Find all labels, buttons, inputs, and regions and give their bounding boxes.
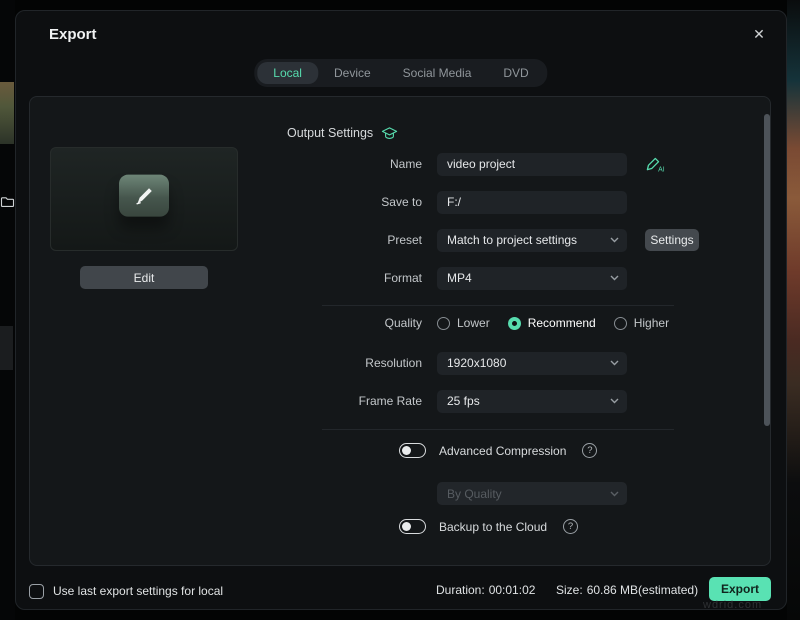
graduation-cap-icon[interactable] xyxy=(381,126,398,141)
dialog-title: Export xyxy=(49,26,97,43)
radio-icon xyxy=(613,316,627,330)
resolution-dropdown[interactable]: 1920x1080 xyxy=(437,351,627,375)
radio-icon xyxy=(507,316,521,330)
advanced-compression-label: Advanced Compression xyxy=(439,443,567,458)
backup-cloud-row: Backup to the Cloud ? xyxy=(399,519,579,534)
folder-browse-icon[interactable] xyxy=(0,190,15,213)
use-last-settings-label: Use last export settings for local xyxy=(53,584,224,598)
format-value: MP4 xyxy=(447,271,472,285)
tab-local[interactable]: Local xyxy=(257,62,318,84)
tab-dvd[interactable]: DVD xyxy=(487,62,544,84)
export-target-tabs: Local Device Social Media DVD xyxy=(254,59,548,87)
size-label: Size: xyxy=(556,583,583,597)
name-label: Name xyxy=(389,157,422,171)
save-to-input[interactable] xyxy=(437,190,627,214)
resolution-value: 1920x1080 xyxy=(447,356,507,370)
frame-rate-row: Frame Rate 25 fps xyxy=(30,389,772,413)
quality-radio-lower[interactable]: Lower xyxy=(437,316,490,330)
screen: Export ✕ Local Device Social Media DVD E… xyxy=(0,0,800,620)
name-input[interactable] xyxy=(437,152,627,176)
divider xyxy=(322,305,674,306)
toggle-knob xyxy=(402,521,411,531)
export-dialog: Export ✕ Local Device Social Media DVD E… xyxy=(0,10,787,610)
preset-value: Match to project settings xyxy=(447,233,578,247)
chevron-down-icon xyxy=(610,237,619,243)
compression-mode-value: By Quality xyxy=(447,486,502,501)
radio-icon xyxy=(437,316,450,330)
chevron-down-icon xyxy=(610,275,619,281)
format-dropdown[interactable]: MP4 xyxy=(437,266,627,290)
preset-dropdown[interactable]: Match to project settings xyxy=(437,228,627,252)
compression-mode-dropdown[interactable]: By Quality xyxy=(437,482,627,505)
svg-text:AI: AI xyxy=(658,166,665,173)
preset-label: Preset xyxy=(387,233,422,247)
backup-cloud-toggle[interactable] xyxy=(399,519,426,534)
scrollbar-thumb[interactable] xyxy=(764,114,770,426)
divider xyxy=(322,429,674,430)
size-value: 60.86 MB(estimated) xyxy=(586,583,699,597)
preset-settings-button[interactable]: Settings xyxy=(645,229,699,251)
format-label: Format xyxy=(383,271,422,285)
advanced-compression-toggle[interactable] xyxy=(399,443,426,458)
preset-row: Preset Match to project settings Setting… xyxy=(30,228,772,252)
question-icon[interactable]: ? xyxy=(563,519,579,534)
background-thumbnail xyxy=(0,326,13,370)
frame-rate-label: Frame Rate xyxy=(358,394,422,408)
duration-label: Duration: xyxy=(436,583,485,597)
advanced-compression-row: Advanced Compression ? xyxy=(399,443,598,458)
watermark: wdrid.com xyxy=(703,599,763,611)
quality-row: Quality Lower Recommend Higher xyxy=(30,311,772,335)
duration-value: 00:01:02 xyxy=(488,583,536,597)
backup-cloud-label: Backup to the Cloud xyxy=(439,519,548,534)
resolution-row: Resolution 1920x1080 xyxy=(30,351,772,375)
quality-radio-higher[interactable]: Higher xyxy=(613,316,669,330)
chevron-down-icon xyxy=(610,360,619,366)
toggle-knob xyxy=(402,445,411,455)
local-export-panel: Edit Output Settings Name AI xyxy=(0,96,772,566)
chevron-down-icon xyxy=(610,491,619,497)
quality-label: Quality xyxy=(384,316,422,330)
use-last-settings-checkbox-row[interactable]: Use last export settings for local xyxy=(29,581,223,601)
resolution-label: Resolution xyxy=(365,356,422,370)
tab-social-media[interactable]: Social Media xyxy=(387,62,488,84)
export-button[interactable]: Export xyxy=(709,577,771,601)
question-icon[interactable]: ? xyxy=(582,443,598,458)
output-settings-heading: Output Settings xyxy=(287,125,398,141)
background-app-left-edge xyxy=(0,0,15,620)
frame-rate-dropdown[interactable]: 25 fps xyxy=(437,389,627,413)
quality-radio-recommend[interactable]: Recommend xyxy=(507,316,596,330)
duration-stat: Duration: 00:01:02 xyxy=(436,583,535,599)
name-row: Name AI xyxy=(30,152,772,176)
save-to-row: Save to xyxy=(0,190,772,214)
chevron-down-icon xyxy=(610,398,619,404)
background-thumbnail xyxy=(0,82,14,144)
output-settings-label: Output Settings xyxy=(287,126,374,140)
checkbox-icon[interactable] xyxy=(29,583,44,599)
frame-rate-value: 25 fps xyxy=(447,394,480,408)
tab-device[interactable]: Device xyxy=(318,62,387,84)
background-app-right-edge xyxy=(787,0,800,620)
save-to-label: Save to xyxy=(381,195,422,209)
size-stat: Size: 60.86 MB(estimated) xyxy=(556,583,698,599)
close-icon[interactable]: ✕ xyxy=(748,23,770,45)
ai-rename-icon[interactable]: AI xyxy=(644,156,665,173)
format-row: Format MP4 xyxy=(30,266,772,290)
